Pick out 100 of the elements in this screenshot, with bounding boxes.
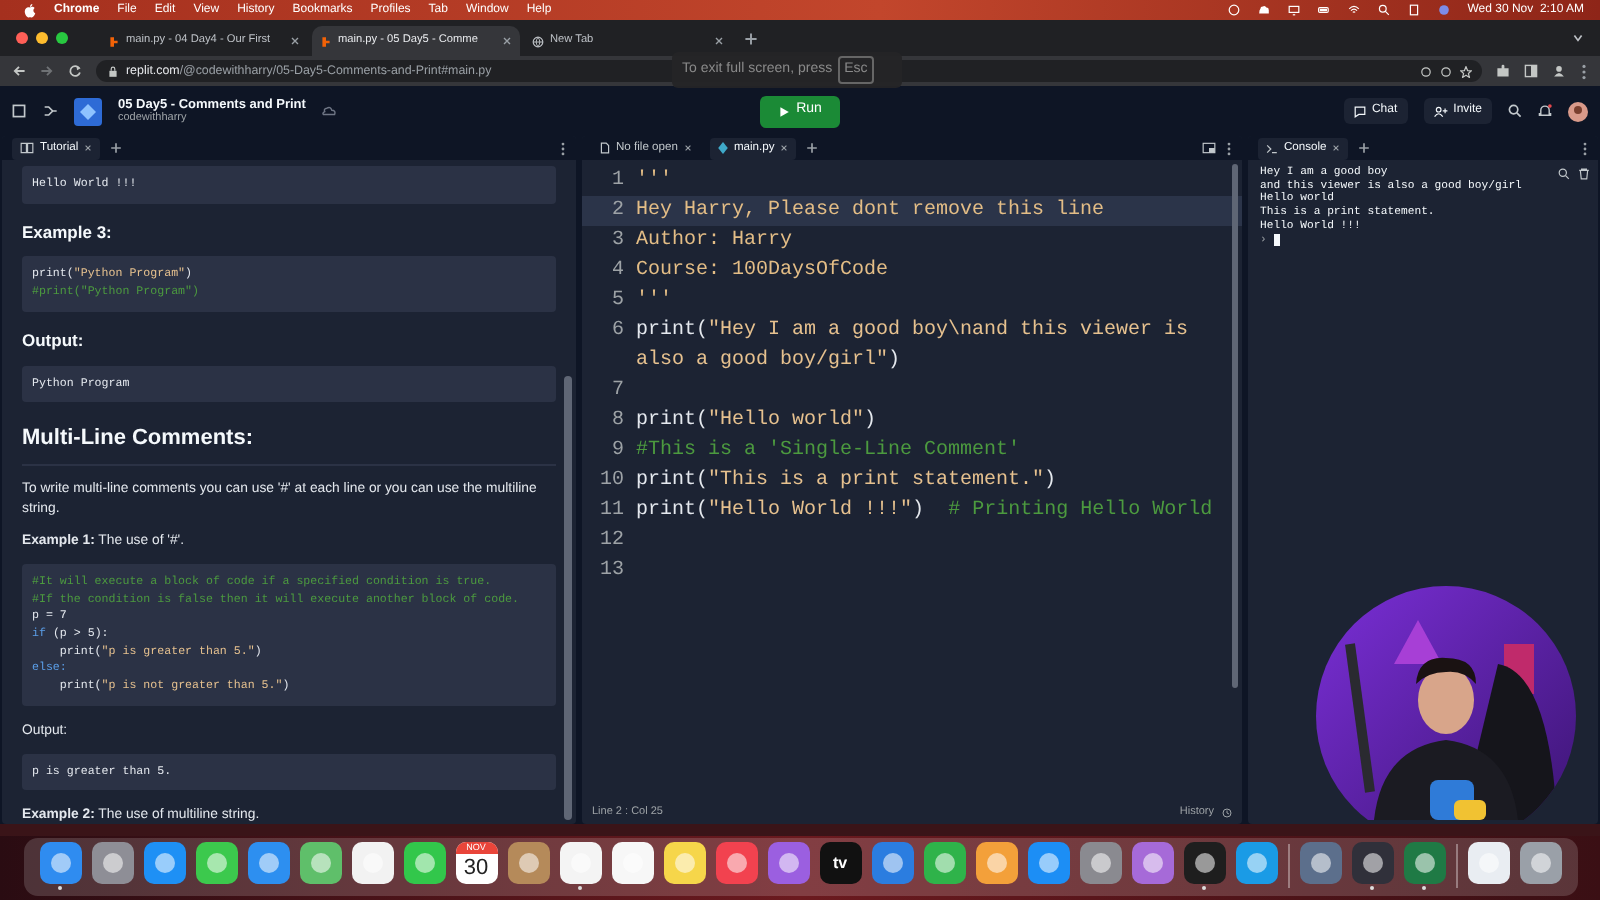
wifi-icon[interactable] [1347,4,1360,16]
forward-icon[interactable] [40,64,54,78]
notification-bell-icon[interactable] [1538,104,1552,118]
back-icon[interactable] [12,64,26,78]
code-line: ''' [636,167,675,196]
code-line: Author: Harry [636,227,795,256]
app-icon[interactable] [1079,842,1121,884]
app-icon[interactable] [1403,842,1445,884]
code-line: print("Hey I am a good boy\nand this viewer is also a good boy/girl") [636,317,1191,376]
app-icon[interactable] [611,842,653,884]
app-icon[interactable] [299,842,341,884]
app-icon[interactable] [39,842,81,884]
book-icon [20,142,34,154]
app-icon[interactable] [975,842,1017,884]
python-file-icon [717,142,728,154]
battery-icon[interactable] [1317,4,1330,16]
more-menu-icon[interactable] [1580,63,1588,79]
apple-logo-icon[interactable] [24,3,36,17]
code-line: print("This is a print statement.") [636,467,1059,496]
app-icon[interactable] [1467,842,1509,884]
section-title: Multi-Line Comments: [22,422,556,466]
branch-icon[interactable] [42,104,58,118]
line-number: 10 [597,468,626,496]
app-icon[interactable] [663,842,705,884]
sidebar-toggle-icon[interactable] [12,104,26,118]
app-icon[interactable] [91,842,133,884]
close-icon[interactable] [84,144,93,152]
app-icon[interactable] [247,842,289,884]
calendar-day: 30 [463,854,489,882]
app-icon[interactable] [351,842,393,884]
app-icon[interactable] [1131,842,1173,884]
app-icon[interactable] [1299,842,1341,884]
scrollbar[interactable] [1232,164,1238,688]
siri-icon[interactable] [1437,4,1450,16]
line-number: 4 [609,258,626,286]
app-icon[interactable] [1027,842,1069,884]
line-number: 9 [609,438,626,466]
app-icon[interactable] [1183,842,1225,884]
replit-icon [108,35,120,47]
line-number: 11 [597,498,626,526]
app-icon[interactable] [1519,842,1561,884]
layout-icon[interactable] [1202,142,1216,154]
app-icon[interactable] [195,842,237,884]
line-number: 6 [609,318,626,346]
minimize-window-icon[interactable] [36,32,48,44]
globe-icon [532,35,544,47]
app-icon[interactable] [923,842,965,884]
app-icon[interactable] [403,842,445,884]
extensions-icon[interactable] [1496,64,1510,78]
display-icon[interactable] [1287,4,1300,16]
app-icon[interactable] [143,842,185,884]
play-icon [778,105,791,117]
code-line: print("Hello World !!!") # Printing Hello World [636,497,1215,526]
scrollbar[interactable] [564,376,572,820]
close-icon[interactable] [1332,144,1341,152]
code-line: Hey Harry, Please dont remove this line [636,197,1107,226]
line-number: 3 [609,228,626,256]
app-icon[interactable] [767,842,809,884]
app-icon[interactable] [715,842,757,884]
zoom-window-icon[interactable] [56,32,68,44]
app-icon[interactable] [871,842,913,884]
close-icon[interactable] [683,144,692,152]
side-panel-icon[interactable] [1524,64,1538,78]
more-menu-icon[interactable] [560,141,566,155]
more-menu-icon[interactable] [1582,141,1588,155]
app-icon[interactable] [507,842,549,884]
app-icon[interactable] [1351,842,1393,884]
bookmark-star-icon[interactable] [1460,65,1472,77]
user-avatar-icon[interactable] [1568,101,1588,121]
line-number: 5 [609,288,626,316]
file-icon [600,142,610,154]
code-line: #This is a 'Single-Line Comment' [636,437,1023,466]
tv-app-icon[interactable]: tv [819,842,861,884]
app-icon[interactable] [1235,842,1277,884]
chat-icon [1353,105,1366,117]
repl-avatar-icon[interactable] [74,97,102,125]
terminal-icon [1266,143,1278,153]
close-icon[interactable] [714,36,724,46]
chevron-down-icon[interactable] [1572,32,1584,44]
more-menu-icon[interactable] [1226,141,1232,155]
add-tab-icon[interactable] [1358,142,1371,154]
section-heading: Output: [22,327,86,354]
new-tab-icon[interactable] [744,31,758,45]
code-line: Course: 100DaysOfCode [636,257,891,286]
close-icon[interactable] [502,36,512,46]
add-tab-icon[interactable] [806,142,819,154]
search-icon[interactable] [1558,168,1570,180]
close-icon[interactable] [780,144,789,152]
history-icon [1222,807,1232,817]
close-window-icon[interactable] [16,32,28,44]
code-line: print("Hello world") [636,407,879,436]
profile-icon[interactable] [1552,64,1566,78]
add-tab-icon[interactable] [110,142,123,154]
search-icon[interactable] [1508,104,1522,118]
cloud-icon[interactable] [1257,4,1270,16]
trash-icon[interactable] [1578,168,1590,180]
section-heading: Example 3: [22,219,114,245]
close-icon[interactable] [290,36,300,46]
reload-icon[interactable] [68,64,82,78]
app-icon[interactable] [559,842,601,884]
